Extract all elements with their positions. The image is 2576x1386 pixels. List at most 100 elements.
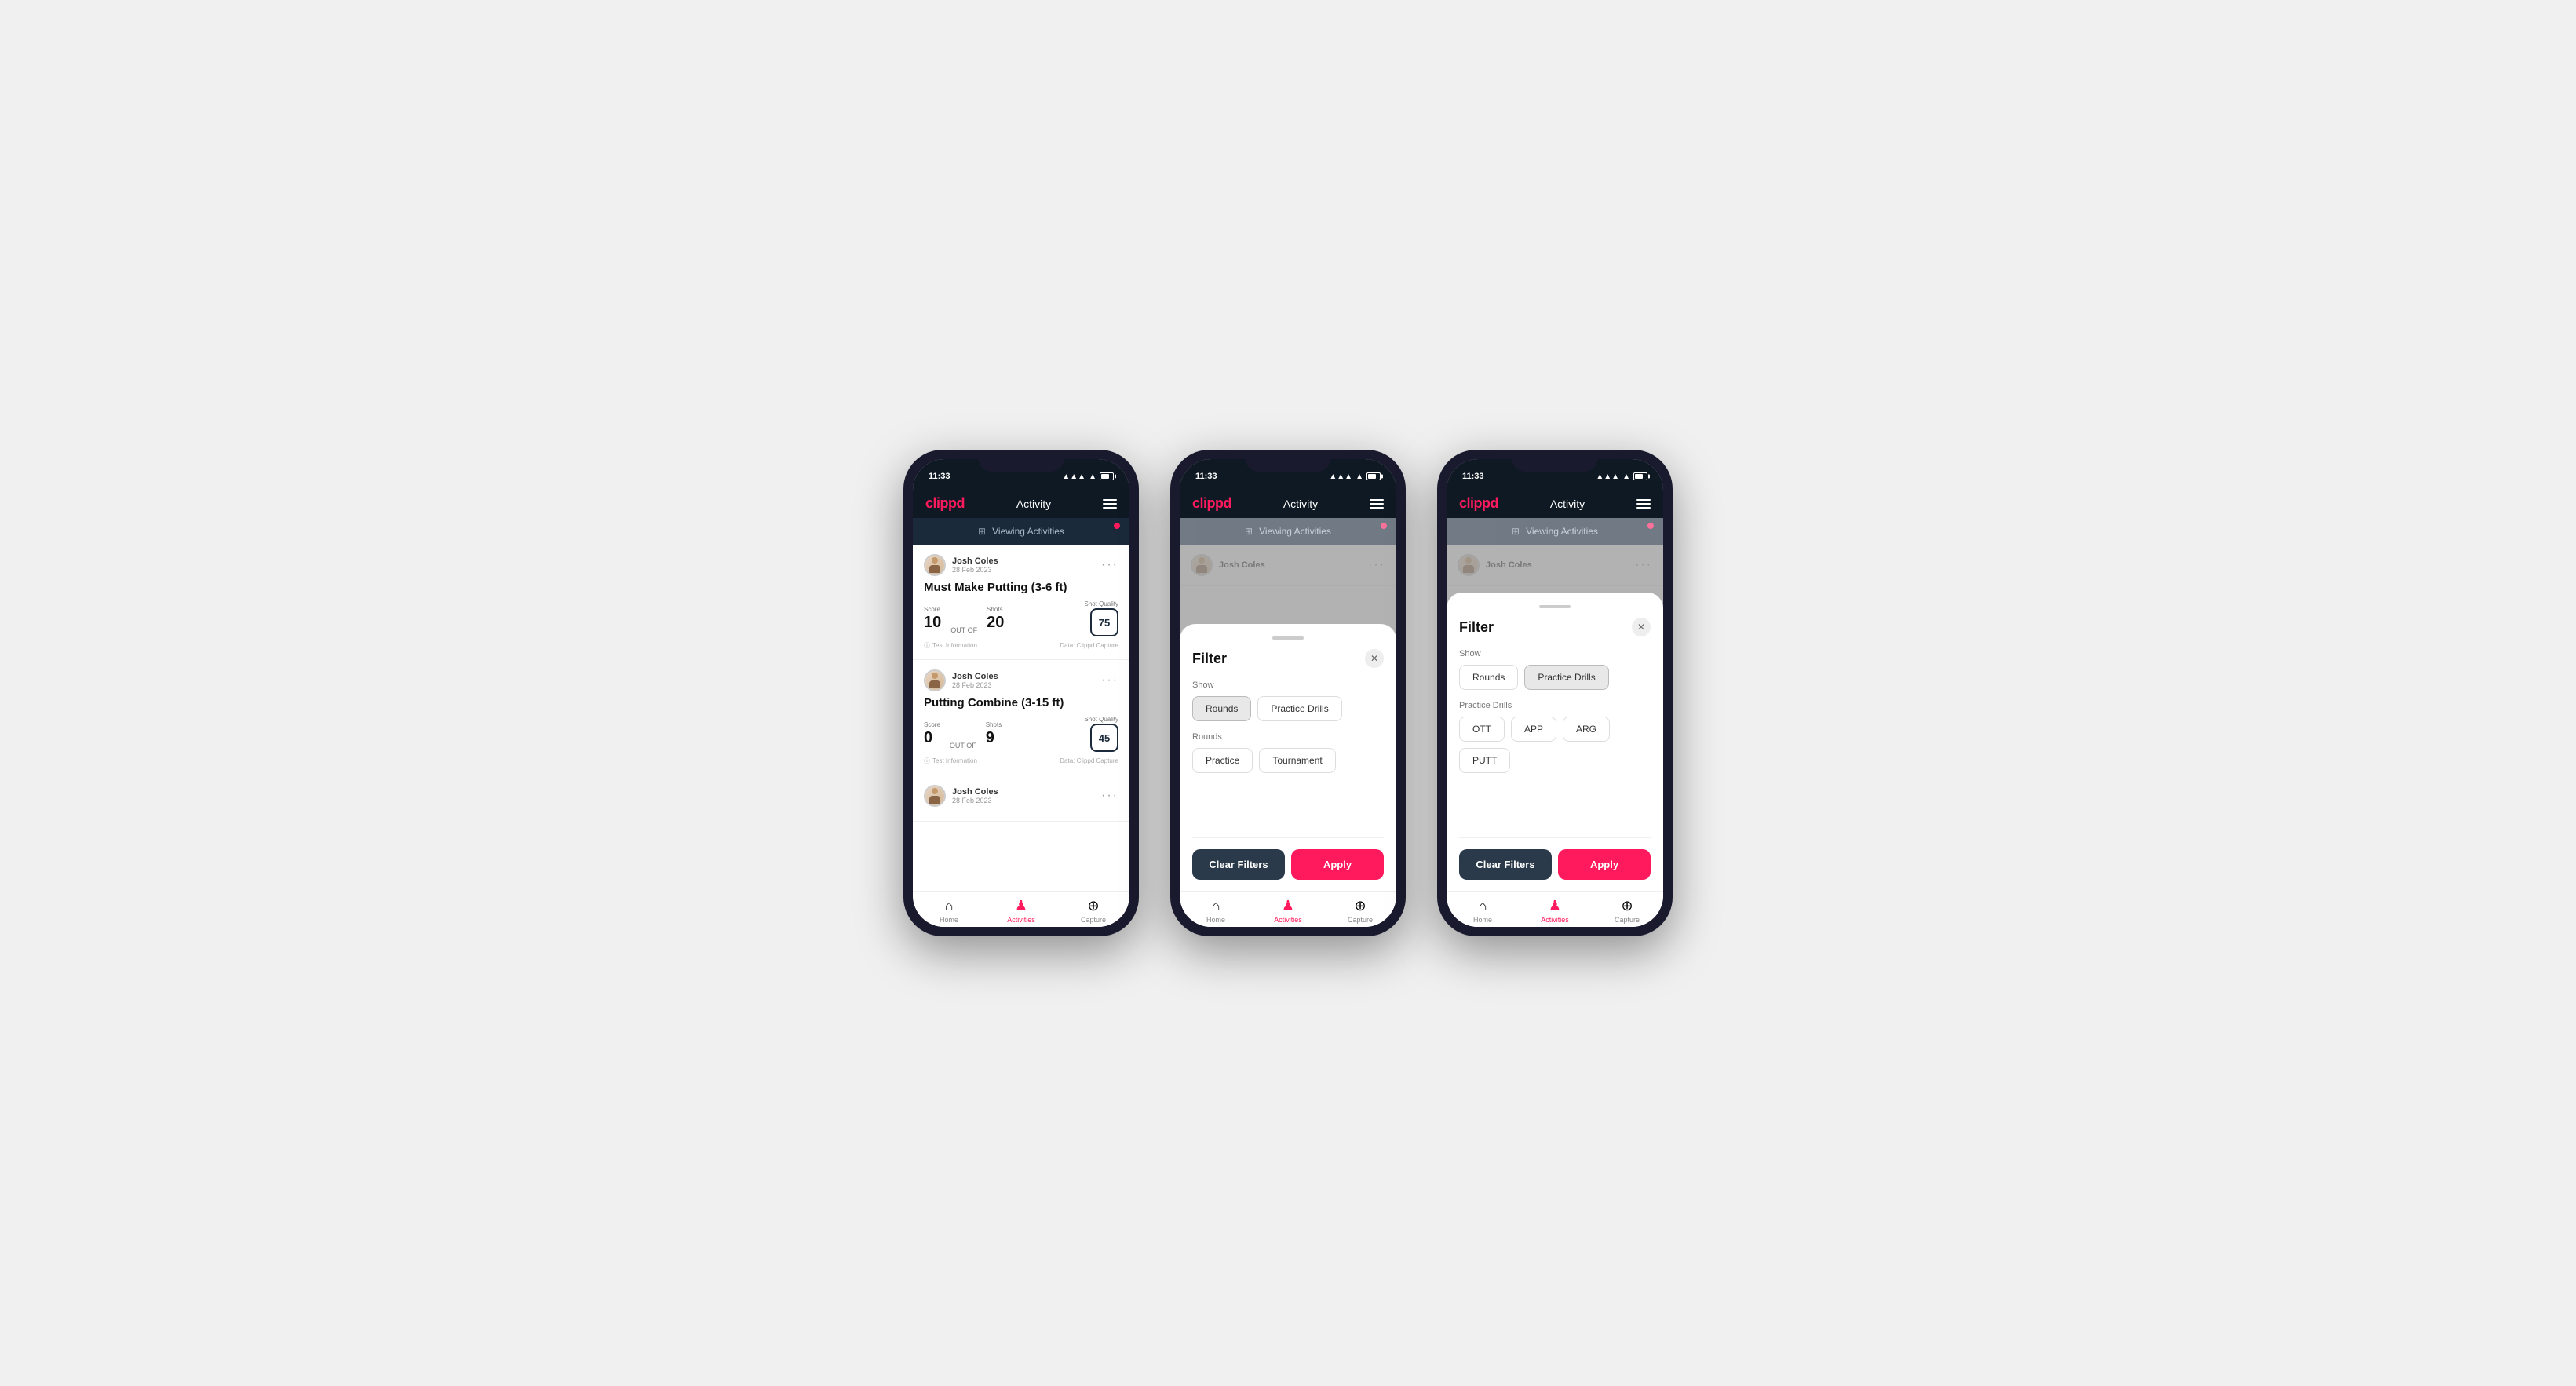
nav-capture-3[interactable]: ⊕ Capture <box>1591 898 1663 924</box>
notification-dot-3 <box>1647 523 1654 529</box>
nav-activities-1[interactable]: ♟ Activities <box>985 898 1057 924</box>
putt-btn-3[interactable]: PUTT <box>1459 748 1510 773</box>
show-filter-buttons-2: Rounds Practice Drills <box>1192 696 1384 721</box>
user-name-2: Josh Coles <box>952 672 998 681</box>
apply-btn-2[interactable]: Apply <box>1291 849 1384 880</box>
more-btn-3[interactable]: ··· <box>1101 789 1118 803</box>
home-icon-3: ⌂ <box>1479 898 1487 914</box>
filter-actions-3: Clear Filters Apply <box>1459 837 1651 891</box>
viewing-bar-text-3: Viewing Activities <box>1526 526 1598 537</box>
nav-capture-2[interactable]: ⊕ Capture <box>1324 898 1396 924</box>
battery-icon-1 <box>1100 472 1114 480</box>
rounds-section-label-2: Rounds <box>1192 732 1384 742</box>
info-text-2: ⓘ Test Information <box>924 757 977 765</box>
filter-handle-3 <box>1539 605 1571 608</box>
tournament-round-btn-2[interactable]: Tournament <box>1259 748 1335 773</box>
notification-dot-2 <box>1381 523 1387 529</box>
out-of-1: OUT OF <box>950 626 977 636</box>
user-date-3: 28 Feb 2023 <box>952 797 998 804</box>
practice-drills-filter-btn-3[interactable]: Practice Drills <box>1524 665 1608 690</box>
app-header-3: clippd Activity <box>1447 489 1663 518</box>
bottom-nav-3: ⌂ Home ♟ Activities ⊕ Capture <box>1447 891 1663 927</box>
clear-filters-btn-2[interactable]: Clear Filters <box>1192 849 1285 880</box>
rounds-filter-btn-3[interactable]: Rounds <box>1459 665 1518 690</box>
home-icon-1: ⌂ <box>945 898 954 914</box>
time-2: 11:33 <box>1195 472 1217 481</box>
data-text-2: Data: Clippd Capture <box>1060 757 1118 764</box>
score-label-2: Score <box>924 721 940 728</box>
filter-icon-2: ⊞ <box>1245 526 1253 537</box>
activities-icon-2: ♟ <box>1282 898 1294 914</box>
app-btn-3[interactable]: APP <box>1511 717 1556 742</box>
arg-btn-3[interactable]: ARG <box>1563 717 1610 742</box>
notch-3 <box>1512 450 1598 472</box>
score-value-1: 10 <box>924 614 941 631</box>
more-btn-2[interactable]: ··· <box>1101 673 1118 688</box>
activity-title-2: Putting Combine (3-15 ft) <box>924 696 1118 709</box>
rounds-filter-btn-2[interactable]: Rounds <box>1192 696 1251 721</box>
show-filter-buttons-3: Rounds Practice Drills <box>1459 665 1651 690</box>
phone-2: 11:33 ▲▲▲ ▲ clippd Activity ⊞ Viewing Ac… <box>1170 450 1406 936</box>
capture-icon-2: ⊕ <box>1354 898 1366 914</box>
practice-round-btn-2[interactable]: Practice <box>1192 748 1253 773</box>
capture-icon-3: ⊕ <box>1621 898 1633 914</box>
show-label-2: Show <box>1192 680 1384 690</box>
nav-home-2[interactable]: ⌂ Home <box>1180 898 1252 924</box>
wifi-icon-1: ▲ <box>1089 472 1096 481</box>
shots-value-1: 20 <box>987 614 1004 631</box>
signal-icon-3: ▲▲▲ <box>1596 472 1619 481</box>
nav-home-3[interactable]: ⌂ Home <box>1447 898 1519 924</box>
apply-btn-3[interactable]: Apply <box>1558 849 1651 880</box>
nav-home-1[interactable]: ⌂ Home <box>913 898 985 924</box>
filter-title-3: Filter <box>1459 619 1494 636</box>
hamburger-menu-2[interactable] <box>1370 499 1384 509</box>
notification-dot-1 <box>1114 523 1120 529</box>
signal-icon-1: ▲▲▲ <box>1062 472 1085 481</box>
viewing-bar-text-2: Viewing Activities <box>1259 526 1331 537</box>
filter-close-2[interactable]: ✕ <box>1365 649 1384 668</box>
shot-quality-badge-2: 45 <box>1090 724 1118 752</box>
user-name-3: Josh Coles <box>952 787 998 797</box>
filter-actions-2: Clear Filters Apply <box>1192 837 1384 891</box>
activity-card-2: Josh Coles 28 Feb 2023 ··· Putting Combi… <box>913 660 1129 775</box>
info-text-1: ⓘ Test Information <box>924 641 977 650</box>
signal-icon-2: ▲▲▲ <box>1329 472 1352 481</box>
header-title-2: Activity <box>1283 498 1318 510</box>
activity-card-3: Josh Coles 28 Feb 2023 ··· <box>913 775 1129 822</box>
user-date-1: 28 Feb 2023 <box>952 566 998 574</box>
hamburger-menu-1[interactable] <box>1103 499 1117 509</box>
sq-label-1: Shot Quality <box>1084 600 1118 607</box>
shots-label-2: Shots <box>986 721 1002 728</box>
logo-3: clippd <box>1459 495 1498 512</box>
user-name-1: Josh Coles <box>952 556 998 566</box>
phone-3: 11:33 ▲▲▲ ▲ clippd Activity ⊞ Viewing Ac… <box>1437 450 1673 936</box>
user-date-2: 28 Feb 2023 <box>952 681 998 689</box>
phone-1: 11:33 ▲▲▲ ▲ clippd Activity ⊞ Viewing Ac… <box>903 450 1139 936</box>
ott-btn-3[interactable]: OTT <box>1459 717 1505 742</box>
viewing-bar-1[interactable]: ⊞ Viewing Activities <box>913 518 1129 545</box>
shots-value-2: 9 <box>986 729 994 746</box>
practice-drills-filter-btn-2[interactable]: Practice Drills <box>1257 696 1341 721</box>
nav-capture-1[interactable]: ⊕ Capture <box>1057 898 1129 924</box>
battery-icon-3 <box>1633 472 1647 480</box>
filter-sheet-2: Filter ✕ Show Rounds Practice Drills Rou… <box>1180 624 1396 891</box>
clear-filters-btn-3[interactable]: Clear Filters <box>1459 849 1552 880</box>
viewing-bar-3[interactable]: ⊞ Viewing Activities <box>1447 518 1663 545</box>
nav-activities-2[interactable]: ♟ Activities <box>1252 898 1324 924</box>
avatar-3 <box>924 785 946 807</box>
time-1: 11:33 <box>929 472 950 481</box>
nav-activities-3[interactable]: ♟ Activities <box>1519 898 1591 924</box>
home-icon-2: ⌂ <box>1212 898 1220 914</box>
filter-overlay-2: Filter ✕ Show Rounds Practice Drills Rou… <box>1180 545 1396 891</box>
score-value-2: 0 <box>924 729 932 746</box>
filter-close-3[interactable]: ✕ <box>1632 618 1651 636</box>
notch-2 <box>1245 450 1331 472</box>
viewing-bar-2[interactable]: ⊞ Viewing Activities <box>1180 518 1396 545</box>
activity-list-2: Josh Coles ··· Filter ✕ Show Rounds <box>1180 545 1396 891</box>
logo-1: clippd <box>925 495 965 512</box>
capture-icon-1: ⊕ <box>1087 898 1099 914</box>
more-btn-1[interactable]: ··· <box>1101 558 1118 572</box>
filter-sheet-3: Filter ✕ Show Rounds Practice Drills Pra… <box>1447 593 1663 891</box>
hamburger-menu-3[interactable] <box>1636 499 1651 509</box>
filter-handle-2 <box>1272 636 1304 640</box>
